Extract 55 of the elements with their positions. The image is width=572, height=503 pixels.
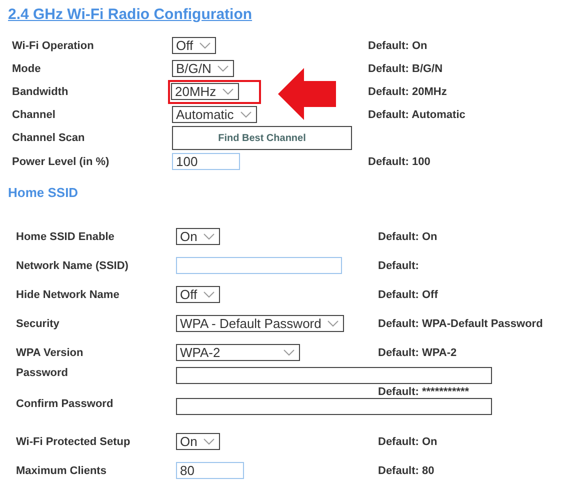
- field-label: Channel: [12, 108, 56, 120]
- dropdown[interactable]: WPA-2: [176, 344, 300, 360]
- field-label: Maximum Clients: [16, 464, 108, 476]
- field-label: Bandwidth: [12, 86, 70, 98]
- default-value: Default: On: [377, 230, 438, 242]
- input-field[interactable]: [176, 257, 342, 274]
- default-value: Default: 100: [368, 156, 432, 168]
- dropdown[interactable]: On: [176, 228, 220, 244]
- default-value: Default: On: [368, 40, 428, 52]
- default-value: Default: On: [377, 436, 438, 448]
- section-heading: Home SSID: [8, 185, 78, 200]
- field-label: Confirm Password: [16, 398, 114, 410]
- field-label: Hide Network Name: [16, 288, 120, 300]
- field-label: Security: [16, 318, 60, 330]
- default-value: Default: Off: [377, 288, 439, 300]
- dropdown[interactable]: 20MHz: [171, 82, 240, 100]
- chevron-down-icon: [203, 290, 216, 298]
- chevron-down-icon: [240, 110, 252, 118]
- default-value: Default: WPA-2: [377, 346, 458, 358]
- chevron-down-icon: [203, 232, 216, 240]
- field-label: Network Name (SSID): [16, 260, 130, 272]
- default-value: Default: 80: [377, 464, 436, 476]
- password-field[interactable]: [176, 367, 492, 384]
- field-label: Home SSID Enable: [16, 230, 116, 242]
- field-label: Channel Scan: [12, 132, 86, 144]
- field-label: WPA Version: [16, 346, 84, 358]
- input-field[interactable]: 80: [176, 462, 244, 479]
- dropdown[interactable]: Automatic: [172, 106, 257, 122]
- arrow-icon: [278, 68, 336, 120]
- field-label: Password: [16, 367, 69, 379]
- default-value: Default: WPA-Default Password: [377, 318, 544, 330]
- dropdown[interactable]: Off: [172, 36, 216, 54]
- input-field[interactable]: 100: [172, 153, 240, 170]
- chevron-down-icon: [199, 42, 212, 48]
- page-title: 2.4 GHz Wi-Fi Radio Configuration: [8, 6, 252, 23]
- field-label: Wi-Fi Protected Setup: [16, 436, 132, 448]
- field-label: Wi-Fi Operation: [12, 40, 95, 52]
- field-label: Mode: [12, 62, 42, 74]
- default-value: Default:: [377, 260, 420, 272]
- field-label: Power Level (in %): [12, 156, 110, 168]
- chevron-down-icon: [222, 88, 234, 94]
- dropdown[interactable]: Off: [176, 286, 220, 302]
- chevron-down-icon: [283, 348, 295, 356]
- default-value: Default: B/G/N: [368, 62, 444, 74]
- password-field[interactable]: [176, 398, 492, 415]
- default-value: Default: ***********: [377, 385, 470, 398]
- chevron-down-icon: [203, 438, 216, 444]
- chevron-down-icon: [217, 64, 230, 72]
- dropdown[interactable]: On: [176, 432, 220, 450]
- find-channel-button[interactable]: Find Best Channel: [172, 126, 352, 150]
- dropdown[interactable]: B/G/N: [172, 60, 234, 76]
- dropdown[interactable]: WPA - Default Password: [176, 314, 344, 332]
- default-value: Default: Automatic: [368, 108, 466, 120]
- chevron-down-icon: [327, 320, 340, 326]
- default-value: Default: 20MHz: [368, 86, 448, 98]
